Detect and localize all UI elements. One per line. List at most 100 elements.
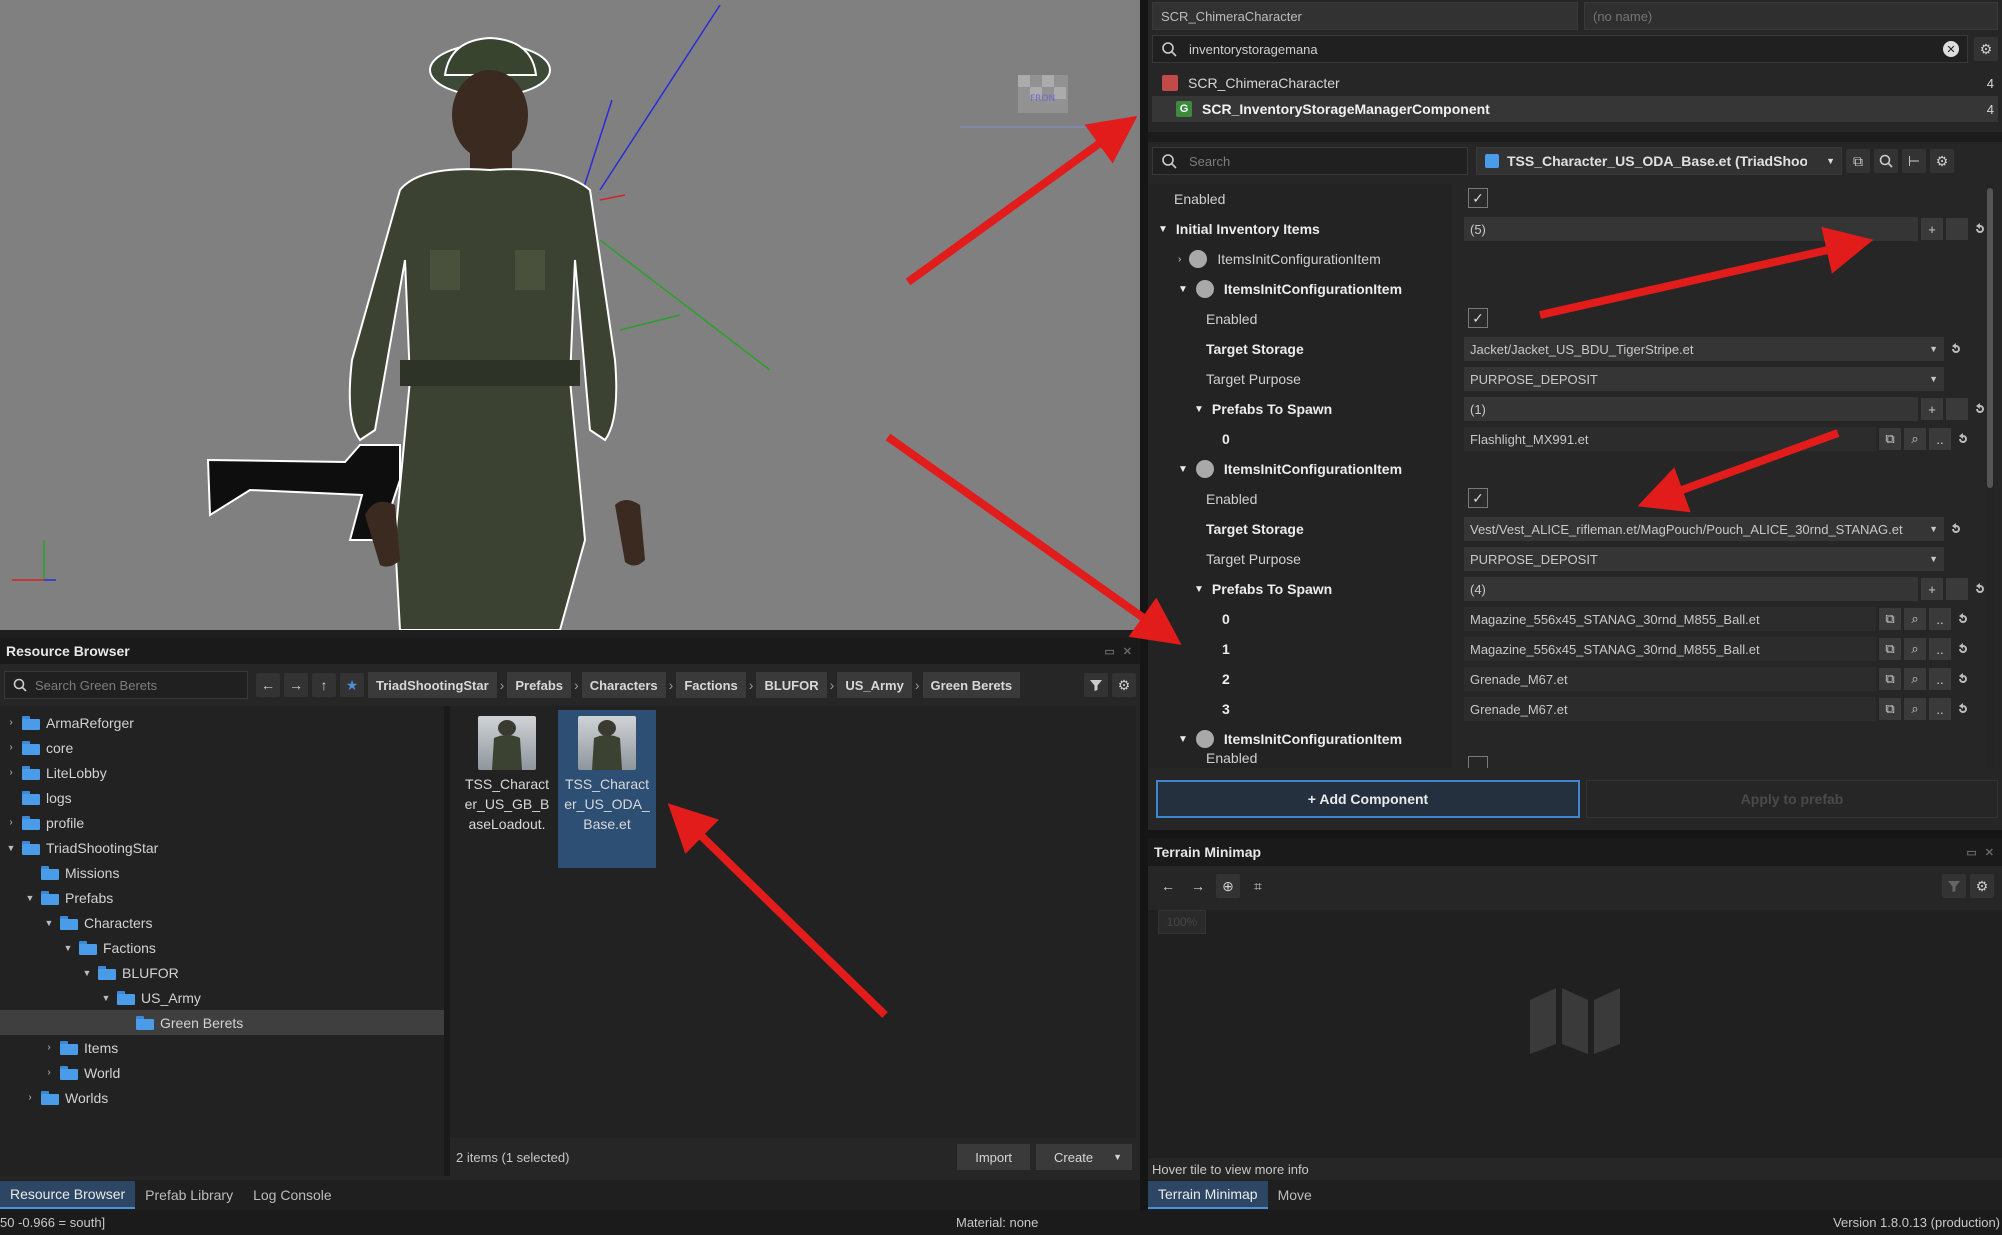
reset-icon[interactable] <box>1954 608 1972 630</box>
browse-dots-icon[interactable]: .. <box>1929 698 1951 720</box>
chevron-down-icon[interactable]: ▼ <box>80 968 94 978</box>
add-item-icon[interactable]: + <box>1921 578 1943 600</box>
reset-icon[interactable] <box>1954 698 1972 720</box>
target-storage-select[interactable]: Jacket/Jacket_US_BDU_TigerStripe.et ▼ <box>1464 337 1944 361</box>
breadcrumb-item[interactable]: BLUFOR <box>756 672 827 698</box>
prop-initial-inventory[interactable]: ▼ Initial Inventory Items <box>1158 214 1320 244</box>
close-panel-icon[interactable]: ✕ <box>1985 846 1994 859</box>
tree-item[interactable]: ▼ US_Army <box>0 985 444 1010</box>
item-config-1[interactable]: ▼ ItemsInitConfigurationItem <box>1178 274 1402 304</box>
item-config-2[interactable]: ▼ ItemsInitConfigurationItem <box>1178 454 1402 484</box>
settings-gear-icon[interactable]: ⚙ <box>1974 37 1998 61</box>
apply-to-prefab-button[interactable]: Apply to prefab <box>1586 780 1998 818</box>
reset-icon[interactable] <box>1954 638 1972 660</box>
tab-log-console[interactable]: Log Console <box>243 1181 342 1209</box>
add-item-icon[interactable]: + <box>1921 218 1943 240</box>
tree-item[interactable]: › Worlds <box>0 1085 444 1110</box>
prefab-selector[interactable]: TSS_Character_US_ODA_Base.et (TriadShoo … <box>1476 147 1842 175</box>
import-button[interactable]: Import <box>957 1144 1031 1170</box>
undock-icon[interactable]: ▭ <box>1966 846 1976 859</box>
breadcrumb-item[interactable]: TriadShootingStar <box>368 672 497 698</box>
chevron-right-icon[interactable]: › <box>4 767 18 778</box>
prefab-asset[interactable]: TSS_Charact er_US_GB_B aseLoadout. <box>458 710 556 868</box>
more-options[interactable] <box>1946 218 1968 240</box>
tree-item[interactable]: Missions <box>0 860 444 885</box>
tree-item[interactable]: ▼ BLUFOR <box>0 960 444 985</box>
breadcrumb-item[interactable]: Green Berets <box>922 672 1021 698</box>
tree-item[interactable]: › ArmaReforger <box>0 710 444 735</box>
target-storage-select[interactable]: Vest/Vest_ALICE_rifleman.et/MagPouch/Pou… <box>1464 517 1944 541</box>
property-search-input[interactable]: Search <box>1152 147 1468 175</box>
crosshair-icon[interactable]: ⊕ <box>1216 874 1240 898</box>
browse-dots-icon[interactable]: .. <box>1929 608 1951 630</box>
chevron-right-icon[interactable]: › <box>42 1042 56 1053</box>
chevron-right-icon[interactable]: › <box>4 717 18 728</box>
filter-icon[interactable] <box>1942 874 1966 898</box>
reset-icon[interactable] <box>1954 428 1972 450</box>
filter-icon[interactable] <box>1084 673 1108 697</box>
reset-icon[interactable] <box>1954 668 1972 690</box>
breadcrumb-item[interactable]: Factions <box>676 672 746 698</box>
chevron-right-icon[interactable]: › <box>23 1092 37 1103</box>
property-scrollbar[interactable] <box>1986 184 1994 768</box>
forward-arrow-icon[interactable]: → <box>284 673 308 697</box>
tab-terrain-minimap[interactable]: Terrain Minimap <box>1148 1181 1268 1209</box>
chevron-down-icon[interactable]: ▼ <box>99 993 113 1003</box>
add-component-button[interactable]: + Add Component <box>1156 780 1580 818</box>
breadcrumb-item[interactable]: US_Army <box>837 672 912 698</box>
tab-prefab-library[interactable]: Prefab Library <box>135 1181 243 1209</box>
entity-name-field[interactable]: (no name) <box>1584 2 1998 30</box>
clear-search-icon[interactable]: ✕ <box>1943 41 1959 57</box>
tree-item[interactable]: › core <box>0 735 444 760</box>
browse-dots-icon[interactable]: .. <box>1929 668 1951 690</box>
result-entity[interactable]: SCR_ChimeraCharacter 4 <box>1152 70 1998 96</box>
enabled-checkbox[interactable]: ✓ <box>1468 188 1488 208</box>
create-button[interactable]: Create ▼ <box>1036 1144 1132 1170</box>
chevron-right-icon[interactable]: › <box>4 817 18 828</box>
crop-icon[interactable]: ⌗ <box>1246 874 1270 898</box>
chevron-down-icon[interactable]: ▼ <box>61 943 75 953</box>
chevron-down-icon[interactable]: ▼ <box>4 843 18 853</box>
favorite-star-icon[interactable]: ★ <box>340 673 364 697</box>
entity-class-field[interactable]: SCR_ChimeraCharacter <box>1152 2 1578 30</box>
undock-icon[interactable]: ▭ <box>1104 645 1114 658</box>
component-search-input[interactable]: inventorystoragemana ✕ <box>1152 35 1968 63</box>
tree-item[interactable]: › World <box>0 1060 444 1085</box>
tree-item[interactable]: ▼ Characters <box>0 910 444 935</box>
breadcrumb-item[interactable]: Characters <box>581 672 666 698</box>
open-external-icon[interactable]: ⧉ <box>1846 149 1870 173</box>
browse-dots-icon[interactable]: .. <box>1929 428 1951 450</box>
result-component[interactable]: G SCR_InventoryStorageManagerComponent 4 <box>1152 96 1998 122</box>
search-icon[interactable]: ⌕ <box>1904 428 1926 450</box>
tree-item[interactable]: logs <box>0 785 444 810</box>
browse-dots-icon[interactable]: .. <box>1929 638 1951 660</box>
open-external-icon[interactable]: ⧉ <box>1879 668 1901 690</box>
locate-search-icon[interactable] <box>1874 149 1898 173</box>
search-icon[interactable]: ⌕ <box>1904 638 1926 660</box>
settings-gear-icon[interactable]: ⚙ <box>1112 673 1136 697</box>
prefab-asset[interactable]: TSS_Charact er_US_ODA_ Base.et <box>558 710 656 868</box>
search-icon[interactable]: ⌕ <box>1904 698 1926 720</box>
tree-item[interactable]: ▼ TriadShootingStar <box>0 835 444 860</box>
up-arrow-icon[interactable]: ↑ <box>312 673 336 697</box>
resource-search-input[interactable]: Search Green Berets <box>4 671 248 699</box>
open-external-icon[interactable]: ⧉ <box>1879 428 1901 450</box>
tree-item[interactable]: Green Berets <box>0 1010 444 1035</box>
tree-item[interactable]: ▼ Factions <box>0 935 444 960</box>
tab-resource-browser[interactable]: Resource Browser <box>0 1181 136 1209</box>
chevron-right-icon[interactable]: › <box>42 1067 56 1078</box>
forward-arrow-icon[interactable]: → <box>1186 874 1210 898</box>
tree-item[interactable]: › profile <box>0 810 444 835</box>
prop-prefabs-to-spawn[interactable]: ▼ Prefabs To Spawn <box>1194 574 1332 604</box>
vertical-splitter[interactable] <box>1140 0 1148 1235</box>
hierarchy-icon[interactable]: ⊢ <box>1902 149 1926 173</box>
more-options[interactable] <box>1946 578 1968 600</box>
scrollbar-thumb[interactable] <box>1987 188 1993 488</box>
item-config-collapsed[interactable]: › ItemsInitConfigurationItem <box>1178 244 1381 274</box>
add-item-icon[interactable]: + <box>1921 398 1943 420</box>
prefab-path-field[interactable]: Grenade_M67.et <box>1464 697 1876 721</box>
close-panel-icon[interactable]: ✕ <box>1123 645 1132 658</box>
reset-icon[interactable] <box>1947 518 1965 540</box>
prop-prefabs-to-spawn[interactable]: ▼ Prefabs To Spawn <box>1194 394 1332 424</box>
prefab-path-field[interactable]: Magazine_556x45_STANAG_30rnd_M855_Ball.e… <box>1464 637 1876 661</box>
